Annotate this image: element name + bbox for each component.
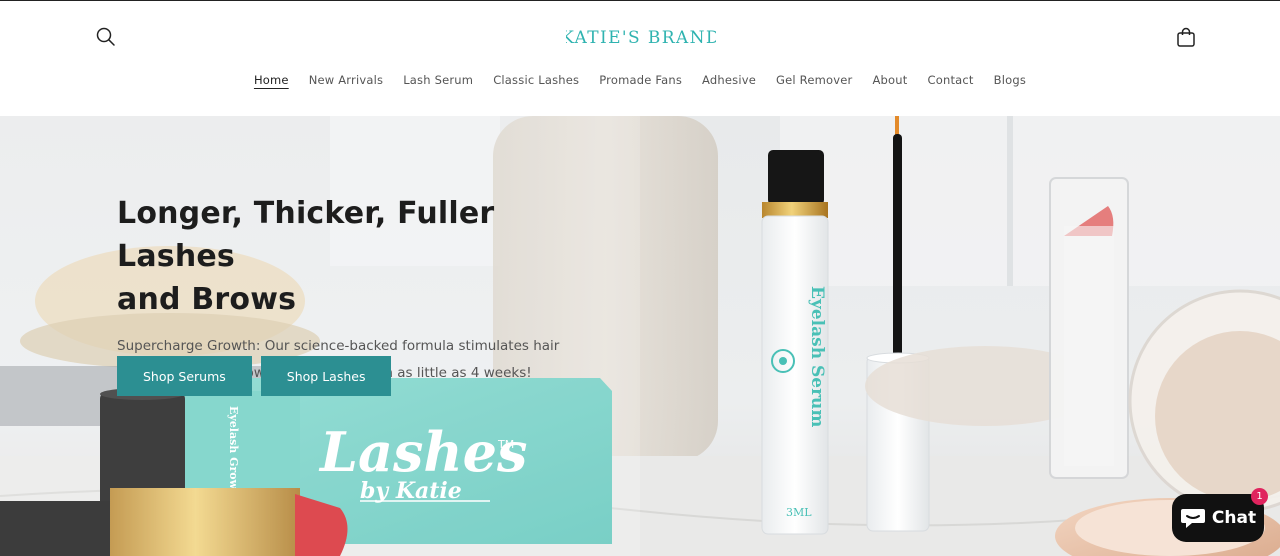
nav-item-gel-remover[interactable]: Gel Remover — [776, 73, 852, 87]
tube-volume: 3ML — [786, 506, 812, 519]
hero-title-line-2: and Brows — [117, 282, 297, 317]
nav-item-adhesive[interactable]: Adhesive — [702, 73, 756, 87]
site-header: KATIE'S BRAND Home New Arrivals Lash Ser… — [0, 1, 1280, 116]
nav-item-lash-serum[interactable]: Lash Serum — [403, 73, 473, 87]
hero-banner: Eyelash Growth Serum Lashes TM by Katie … — [0, 116, 1280, 556]
hero-title-line-1: Longer, Thicker, Fuller Lashes — [117, 196, 495, 274]
tube-label: Eyelash Serum — [807, 286, 827, 427]
nav-item-new-arrivals[interactable]: New Arrivals — [309, 73, 384, 87]
logo-text: KATIE'S BRAND — [566, 28, 716, 48]
brand-logo[interactable]: KATIE'S BRAND — [566, 23, 716, 51]
chat-notification-badge: 1 — [1251, 488, 1268, 505]
chat-bubble-icon — [1180, 509, 1205, 528]
hero-title: Longer, Thicker, Fuller Lashes and Brows — [117, 192, 617, 321]
nav-item-about[interactable]: About — [872, 73, 907, 87]
cart-button[interactable] — [1174, 25, 1198, 49]
shop-lashes-button[interactable]: Shop Lashes — [260, 356, 392, 396]
nav-item-blogs[interactable]: Blogs — [994, 73, 1026, 87]
logo-wordmark: KATIE'S BRAND — [566, 28, 716, 48]
main-nav: Home New Arrivals Lash Serum Classic Las… — [0, 73, 1280, 87]
hero-buttons: Shop Serums Shop Lashes — [117, 356, 392, 396]
chat-label: Chat — [1211, 508, 1257, 528]
search-button[interactable] — [94, 25, 118, 49]
nav-item-classic-lashes[interactable]: Classic Lashes — [493, 73, 579, 87]
nav-item-promade-fans[interactable]: Promade Fans — [599, 73, 682, 87]
nav-item-contact[interactable]: Contact — [927, 73, 973, 87]
shopping-bag-icon — [1177, 27, 1195, 47]
shop-serums-button[interactable]: Shop Serums — [117, 356, 252, 396]
chat-widget-button[interactable]: Chat — [1172, 494, 1264, 542]
nav-item-home[interactable]: Home — [254, 73, 289, 87]
search-icon — [96, 27, 115, 46]
